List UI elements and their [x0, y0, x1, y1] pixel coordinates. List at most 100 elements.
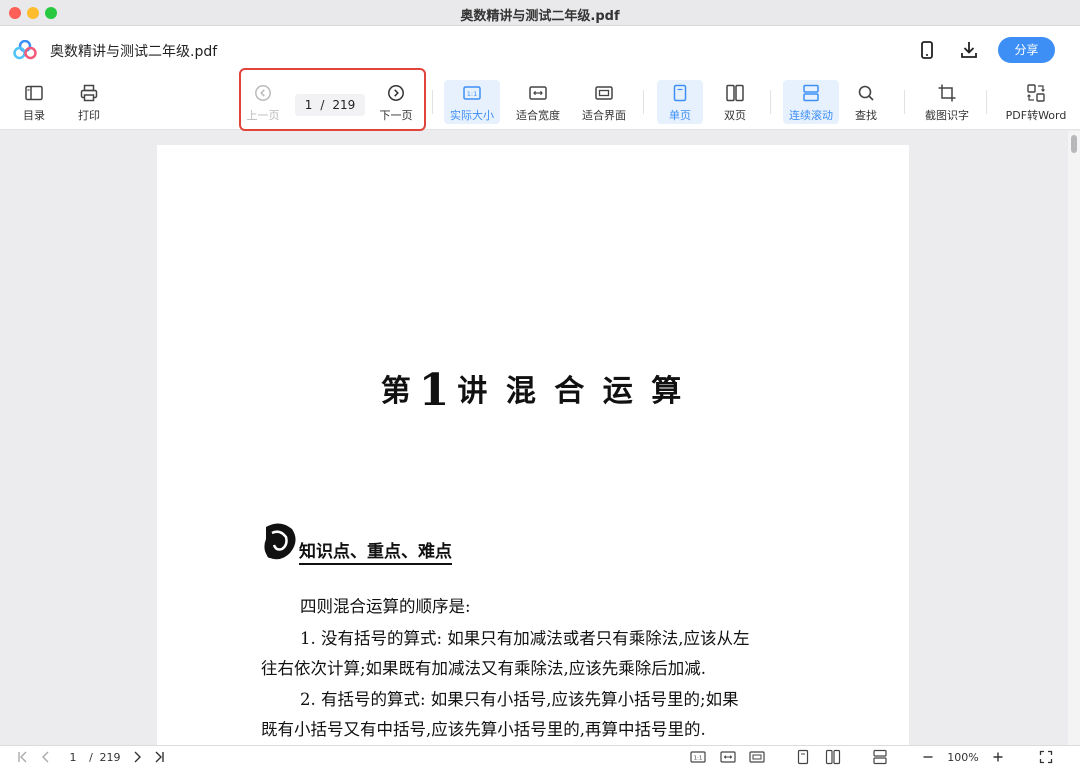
- actual-size-label: 实际大小: [450, 109, 494, 122]
- ocr-label: 截图识字: [925, 109, 969, 122]
- status-single-page-button[interactable]: [793, 748, 813, 766]
- fullscreen-icon: [1039, 750, 1053, 764]
- print-label: 打印: [78, 109, 100, 122]
- next-page-button[interactable]: 下一页: [377, 80, 415, 124]
- chevron-right-circle-icon: [388, 85, 404, 101]
- body-line: 2. 有括号的算式: 如果只有小括号,应该先算小括号里的;如果: [300, 690, 739, 709]
- scrollbar-thumb[interactable]: [1071, 135, 1077, 153]
- minus-icon: [923, 756, 933, 758]
- app-header: 奥数精讲与测试二年级.pdf 分享: [0, 26, 1080, 74]
- fit-width-button[interactable]: 适合宽度: [512, 80, 564, 124]
- pdf-page: 第1 讲 混 合 运 算 知识点、重点、难点 四则混合运算的顺序是: 1. 没有括…: [157, 145, 909, 745]
- download-icon[interactable]: [958, 39, 980, 61]
- toolbar-divider: [904, 90, 905, 114]
- crop-icon: [938, 84, 956, 102]
- status-page-separator: /: [89, 750, 93, 764]
- continuous-scroll-icon: [803, 84, 819, 102]
- search-icon: [858, 85, 874, 101]
- prev-page-label: 上一页: [246, 109, 280, 122]
- toc-button[interactable]: 目录: [16, 80, 52, 124]
- chapter-number: 1: [418, 365, 454, 416]
- chevron-left-icon: [42, 751, 49, 763]
- fit-page-button[interactable]: 适合界面: [578, 80, 630, 124]
- actual-size-icon: 1:1: [463, 86, 481, 100]
- page-number-box[interactable]: 1 / 219: [295, 94, 365, 116]
- find-button[interactable]: 查找: [848, 80, 884, 124]
- toolbar-divider: [643, 90, 644, 114]
- toc-label: 目录: [23, 109, 45, 122]
- zoom-in-button[interactable]: [990, 748, 1006, 766]
- total-pages: 219: [332, 98, 356, 112]
- fit-width-label: 适合宽度: [516, 109, 560, 122]
- section-ornament-icon: [264, 523, 296, 560]
- prev-page-button[interactable]: 上一页: [244, 80, 282, 124]
- chapter-prefix: 第: [380, 374, 415, 409]
- status-current-page[interactable]: 1: [66, 748, 80, 766]
- fit-width-icon: [529, 86, 547, 100]
- ocr-button[interactable]: 截图识字: [920, 80, 974, 124]
- pdf-to-word-button[interactable]: PDF转Word: [1003, 80, 1069, 124]
- last-page-button[interactable]: [150, 748, 168, 766]
- chapter-title: 第1 讲 混 合 运 算: [157, 365, 909, 416]
- single-page-icon: [673, 84, 687, 102]
- first-page-button[interactable]: [14, 748, 32, 766]
- double-page-button[interactable]: 双页: [712, 80, 758, 124]
- status-fit-width-button[interactable]: [718, 748, 738, 766]
- fit-page-icon: [595, 86, 613, 100]
- share-button[interactable]: 分享: [998, 37, 1055, 63]
- continuous-scroll-button[interactable]: 连续滚动: [783, 80, 839, 124]
- double-page-icon: [726, 84, 744, 102]
- body-line: 四则混合运算的顺序是:: [300, 597, 471, 616]
- status-actual-size-button[interactable]: 1:1: [688, 748, 708, 766]
- print-button[interactable]: 打印: [71, 80, 107, 124]
- toolbar-divider: [770, 90, 771, 114]
- zoom-level[interactable]: 100%: [945, 748, 981, 766]
- mobile-phone-icon[interactable]: [916, 39, 938, 61]
- page-separator: /: [320, 98, 325, 112]
- chevron-right-icon: [134, 751, 141, 763]
- status-double-page-button[interactable]: [823, 748, 843, 766]
- single-page-button[interactable]: 单页: [657, 80, 703, 124]
- zoom-out-button[interactable]: [920, 748, 936, 766]
- window-title: 奥数精讲与测试二年级.pdf: [460, 9, 620, 24]
- last-page-icon: [155, 751, 164, 763]
- fit-width-icon: [720, 751, 736, 763]
- convert-icon: [1027, 84, 1045, 102]
- continuous-scroll-label: 连续滚动: [789, 109, 833, 122]
- toolbar-divider: [986, 90, 987, 114]
- status-fit-page-button[interactable]: [747, 748, 767, 766]
- body-line: 既有小括号又有中括号,应该先算小括号里的,再算中括号里的.: [261, 720, 706, 739]
- fullscreen-button[interactable]: [1037, 748, 1055, 766]
- double-page-label: 双页: [724, 109, 746, 122]
- actual-size-icon: 1:1: [690, 751, 706, 763]
- document-title: 奥数精讲与测试二年级.pdf: [50, 44, 218, 60]
- actual-size-icon-text: 1:1: [467, 90, 477, 98]
- status-prev-page-button[interactable]: [37, 748, 55, 766]
- pdf-to-word-label: PDF转Word: [1005, 109, 1067, 122]
- status-total-pages: 219: [99, 750, 121, 764]
- vertical-scrollbar[interactable]: [1068, 131, 1080, 745]
- status-next-page-button[interactable]: [128, 748, 146, 766]
- status-continuous-scroll-button[interactable]: [870, 748, 890, 766]
- status-bar: 1 / 219 1:1 100%: [0, 745, 1080, 768]
- double-page-icon: [825, 749, 841, 765]
- toolbar: 目录 打印 上一页 1 / 219 下一页 1:1 实际大小 适合宽度 适合界面…: [0, 74, 1080, 130]
- next-page-label: 下一页: [379, 109, 413, 122]
- section-title: 知识点、重点、难点: [299, 537, 452, 565]
- window-titlebar: 奥数精讲与测试二年级.pdf: [0, 0, 1080, 26]
- body-line: 1. 没有括号的算式: 如果只有加减法或者只有乘除法,应该从左: [300, 629, 750, 648]
- body-line: 往右依次计算;如果既有加减法又有乘除法,应该先乘除后加减.: [261, 659, 707, 678]
- current-page-input[interactable]: 1: [305, 98, 313, 112]
- actual-size-button[interactable]: 1:1 实际大小: [444, 80, 500, 124]
- fit-page-icon: [749, 751, 765, 763]
- toc-icon: [25, 85, 43, 101]
- single-page-label: 单页: [669, 109, 691, 122]
- document-viewport[interactable]: 第1 讲 混 合 运 算 知识点、重点、难点 四则混合运算的顺序是: 1. 没有括…: [0, 131, 1080, 745]
- fit-page-label: 适合界面: [582, 109, 626, 122]
- find-label: 查找: [855, 109, 877, 122]
- plus-icon: [993, 752, 1003, 762]
- printer-icon: [80, 84, 98, 102]
- toolbar-divider: [432, 90, 433, 114]
- chapter-name: 讲 混 合 运 算: [457, 374, 686, 409]
- first-page-icon: [18, 751, 27, 763]
